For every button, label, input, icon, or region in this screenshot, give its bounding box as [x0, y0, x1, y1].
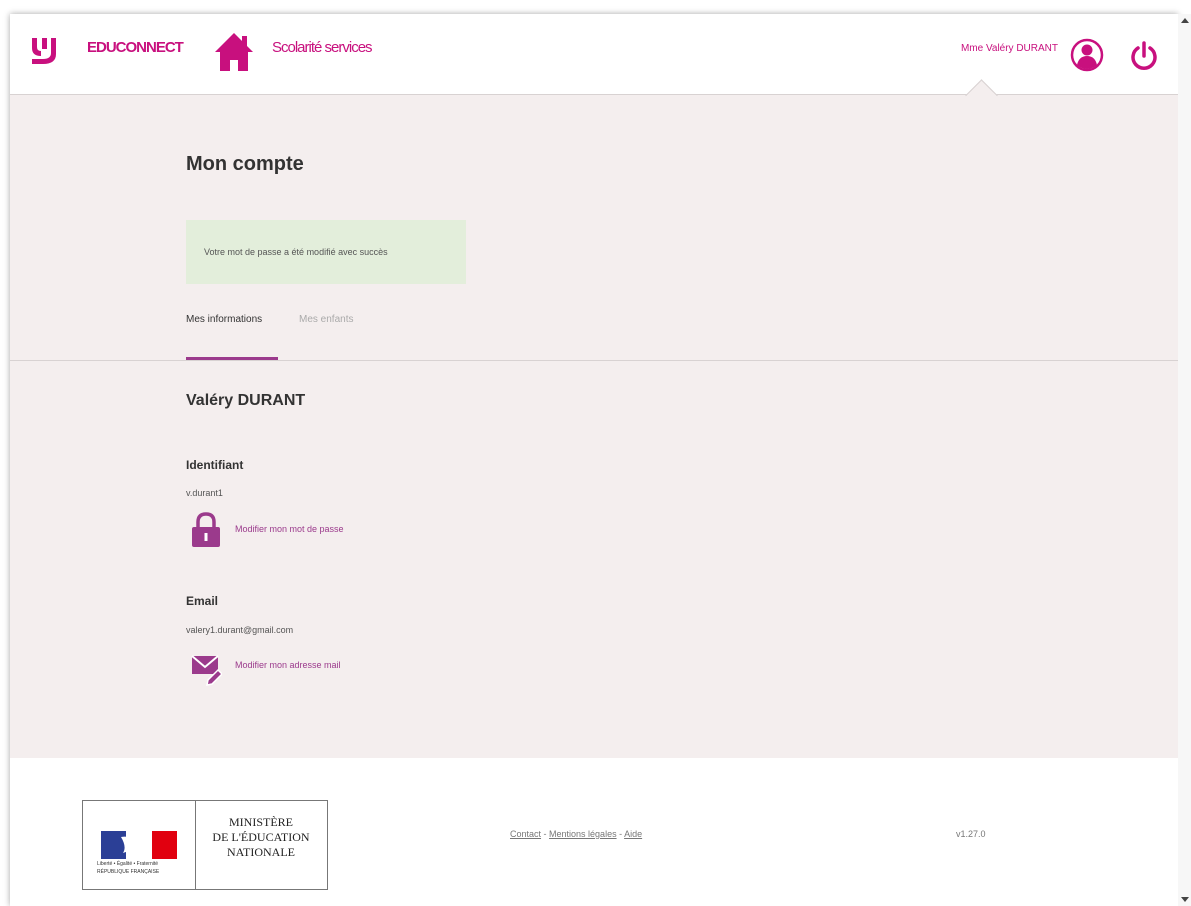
- top-header: EDUCONNECT Scolarité services Mme Valéry…: [10, 14, 1178, 95]
- help-link[interactable]: Aide: [624, 829, 642, 839]
- success-alert: Votre mot de passe a été modifié avec su…: [186, 220, 466, 284]
- ministry-line-3: NATIONALE: [227, 845, 295, 859]
- scroll-up-arrow-icon[interactable]: [1181, 18, 1189, 23]
- identifier-value: v.durant1: [186, 488, 223, 498]
- email-label: Email: [186, 594, 219, 608]
- tab-divider: [10, 360, 1178, 361]
- tab-mes-enfants[interactable]: Mes enfants: [299, 314, 353, 325]
- ministry-name: MINISTÈRE DE L'ÉDUCATION NATIONALE: [195, 801, 327, 889]
- republic-name: RÉPUBLIQUE FRANÇAISE: [97, 869, 160, 875]
- mail-edit-icon: [191, 655, 222, 686]
- brand-name[interactable]: EDUCONNECT: [87, 39, 184, 56]
- educonnect-logo-icon[interactable]: [28, 34, 62, 68]
- ministry-logo[interactable]: Liberté • Égalité • Fraternité RÉPUBLIQU…: [82, 800, 328, 890]
- user-avatar-icon[interactable]: [1070, 38, 1104, 72]
- lock-icon: [192, 512, 220, 547]
- page-title: Mon compte: [186, 153, 304, 175]
- legal-notices-link[interactable]: Mentions légales: [549, 829, 617, 839]
- link-separator: -: [616, 829, 625, 839]
- ministry-line-1: MINISTÈRE: [229, 815, 293, 829]
- identifier-label: Identifiant: [186, 458, 244, 472]
- french-flag-icon: [101, 831, 177, 859]
- change-password-link[interactable]: Modifier mon mot de passe: [190, 512, 420, 548]
- change-password-label[interactable]: Modifier mon mot de passe: [235, 524, 344, 534]
- services-link[interactable]: Scolarité services: [272, 39, 373, 56]
- marianne-block: Liberté • Égalité • Fraternité RÉPUBLIQU…: [83, 801, 196, 889]
- user-full-name: Valéry DURANT: [186, 392, 306, 409]
- link-separator: -: [541, 829, 550, 839]
- ministry-line-2: DE L'ÉDUCATION: [212, 830, 310, 844]
- version-label: v1.27.0: [956, 829, 986, 839]
- footer: Liberté • Égalité • Fraternité RÉPUBLIQU…: [10, 758, 1178, 906]
- app-window: EDUCONNECT Scolarité services Mme Valéry…: [10, 14, 1178, 906]
- tab-mes-informations[interactable]: Mes informations: [186, 314, 262, 325]
- scroll-down-arrow-icon[interactable]: [1181, 897, 1189, 902]
- user-name[interactable]: Mme Valéry DURANT: [961, 43, 1058, 54]
- email-value: valery1.durant@gmail.com: [186, 625, 294, 635]
- footer-links: Contact - Mentions légales - Aide: [510, 829, 642, 839]
- change-email-label[interactable]: Modifier mon adresse mail: [235, 660, 341, 670]
- change-email-link[interactable]: Modifier mon adresse mail: [190, 650, 420, 686]
- republic-motto: Liberté • Égalité • Fraternité: [97, 861, 159, 867]
- home-icon[interactable]: [212, 30, 256, 74]
- power-icon[interactable]: [1128, 40, 1160, 72]
- contact-link[interactable]: Contact: [510, 829, 541, 839]
- vertical-scrollbar[interactable]: [1178, 14, 1191, 906]
